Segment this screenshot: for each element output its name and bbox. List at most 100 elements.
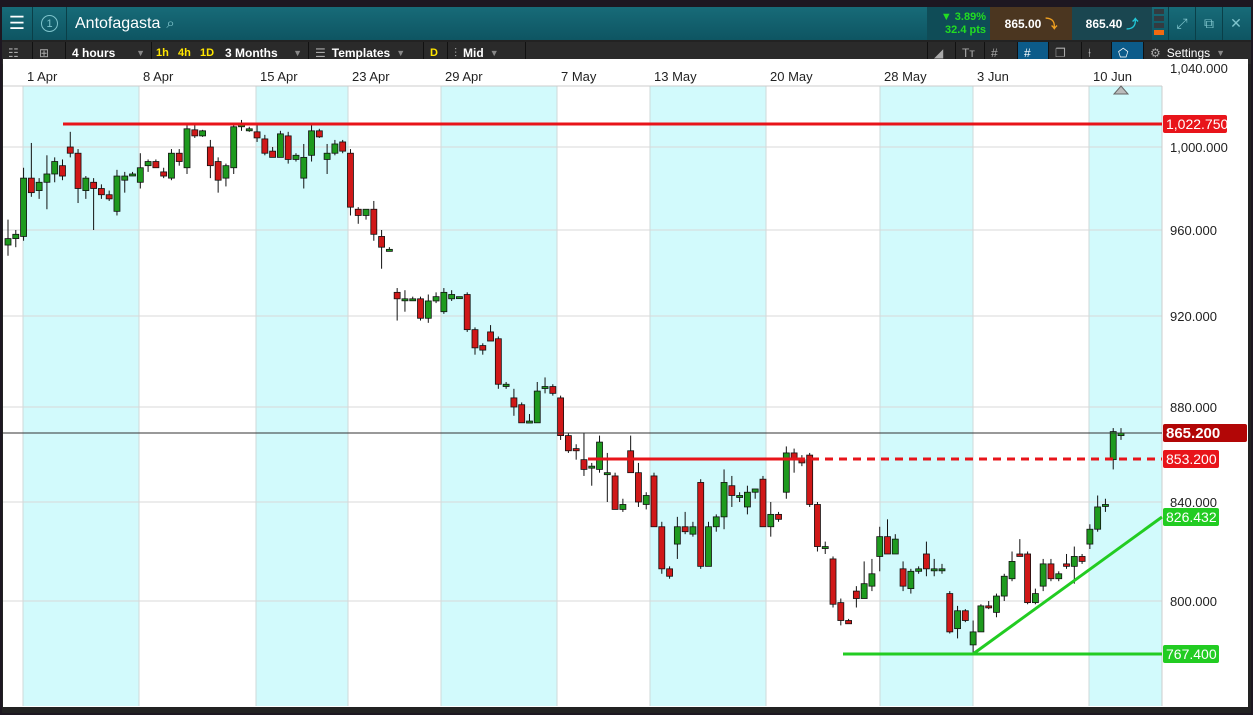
candle-body [1055, 573, 1063, 580]
arrow-down-icon: ⤵ [1045, 17, 1058, 31]
candle-body [1016, 553, 1024, 557]
candle-body [541, 386, 549, 389]
candle-body [385, 248, 393, 252]
candle-body [557, 397, 565, 436]
candle-body [611, 475, 619, 510]
buy-button[interactable]: 865.40 ⤴ [1072, 7, 1152, 40]
candle-body [315, 130, 323, 138]
candle-body [736, 495, 744, 498]
candle-body [806, 454, 814, 505]
x-tick-label: 10 Jun [1093, 69, 1132, 84]
candle-body [603, 472, 611, 476]
watchlist-number-badge[interactable]: 1 [33, 7, 67, 40]
candle-body [183, 128, 191, 169]
candle [1039, 558, 1047, 592]
current-price-tag-text: 865.200 [1166, 425, 1220, 442]
week-band [1089, 86, 1162, 706]
candle-body [1063, 563, 1070, 567]
candle-body [191, 129, 199, 137]
candle-body [206, 146, 214, 167]
candle-body [1031, 593, 1039, 604]
close-icon[interactable]: ✕ [1222, 7, 1249, 40]
search-icon[interactable]: ⌕ [166, 15, 174, 32]
y-tick-label: 960.000 [1170, 223, 1217, 238]
candle-body [946, 593, 954, 633]
candle-body [689, 526, 697, 535]
candle-body [277, 133, 284, 158]
candle-body [564, 435, 572, 452]
buy-price: 865.40 [1085, 16, 1123, 31]
candle-body [518, 404, 526, 424]
candle-body [993, 595, 1000, 613]
candle-body [837, 602, 845, 621]
resistance-price-tag: 1,022.750 [1163, 115, 1228, 133]
candle-body [401, 298, 409, 302]
templates-label: Templates [331, 46, 391, 60]
title-bar: ☰ 1 Antofagasta ⌕ ▼ 3.89% 32.4 pts 865.00… [2, 7, 1251, 40]
candle [456, 296, 463, 300]
candle-body [938, 568, 946, 572]
candle [113, 169, 121, 216]
resistance-2-price-tag-text: 853.200 [1166, 451, 1217, 467]
candle-body [1008, 560, 1016, 580]
candle-body [494, 338, 502, 385]
candle-body [985, 605, 993, 609]
candle [705, 521, 712, 567]
candle-body [27, 177, 35, 194]
candle-body [961, 610, 969, 621]
x-tick-label: 20 May [770, 69, 813, 84]
candle-body [230, 126, 238, 169]
candle-body [814, 504, 821, 547]
popout-icon[interactable]: ⧉ [1195, 7, 1222, 40]
x-tick-label: 8 Apr [143, 69, 174, 84]
candle-body [627, 450, 635, 474]
candle-body [1094, 506, 1102, 530]
candle [168, 149, 175, 181]
date-axis [3, 59, 1248, 86]
candle-body [658, 526, 666, 570]
chevron-down-icon: ▼ [1216, 48, 1226, 58]
hamburger-icon[interactable]: ☰ [2, 7, 33, 40]
candle-body [378, 236, 385, 248]
change-percent: ▼ 3.89% [940, 11, 986, 23]
candle [463, 292, 471, 332]
sell-button[interactable]: 865.00 ⤵ [990, 7, 1072, 40]
candle-body [728, 485, 736, 496]
candle [658, 521, 666, 574]
candle-body [20, 177, 27, 237]
candle [277, 130, 284, 158]
x-tick-label: 28 May [884, 69, 927, 84]
candle-body [347, 152, 354, 208]
candle-body [1070, 556, 1078, 567]
candle [650, 472, 658, 528]
candle-body [168, 152, 175, 179]
x-tick-label: 13 May [654, 69, 697, 84]
chevron-down-icon: ▼ [489, 48, 499, 58]
candle-body [650, 475, 658, 528]
x-tick-label: 3 Jun [977, 69, 1009, 84]
price-chart[interactable]: 1 Apr 8 Apr 15 Apr 23 Apr 29 Apr 7 May 13 May 2… [3, 59, 1248, 707]
candle-body [370, 208, 378, 235]
candle-body [82, 177, 90, 191]
candle-body [456, 296, 463, 300]
candle-body [424, 300, 432, 319]
candle [782, 446, 790, 499]
candle-body [744, 491, 751, 508]
candle [199, 129, 206, 137]
candle-body [393, 291, 401, 300]
instrument-title[interactable]: Antofagasta [75, 15, 160, 33]
candle-body [308, 130, 315, 156]
candle-body [821, 546, 829, 549]
trendline-price-tag-text: 826.432 [1166, 509, 1217, 525]
candle [284, 131, 292, 164]
resistance-price-tag-text: 1,022.750 [1166, 116, 1228, 132]
candle-body [697, 482, 705, 567]
candle [759, 475, 767, 528]
candle-body [596, 441, 603, 470]
candle-body [954, 610, 961, 630]
candle-body [588, 465, 596, 469]
support-price-tag-text: 767.400 [1166, 646, 1217, 662]
candle-body [930, 568, 938, 572]
candle-body [775, 513, 782, 520]
expand-icon[interactable]: ⤢ [1168, 7, 1195, 40]
